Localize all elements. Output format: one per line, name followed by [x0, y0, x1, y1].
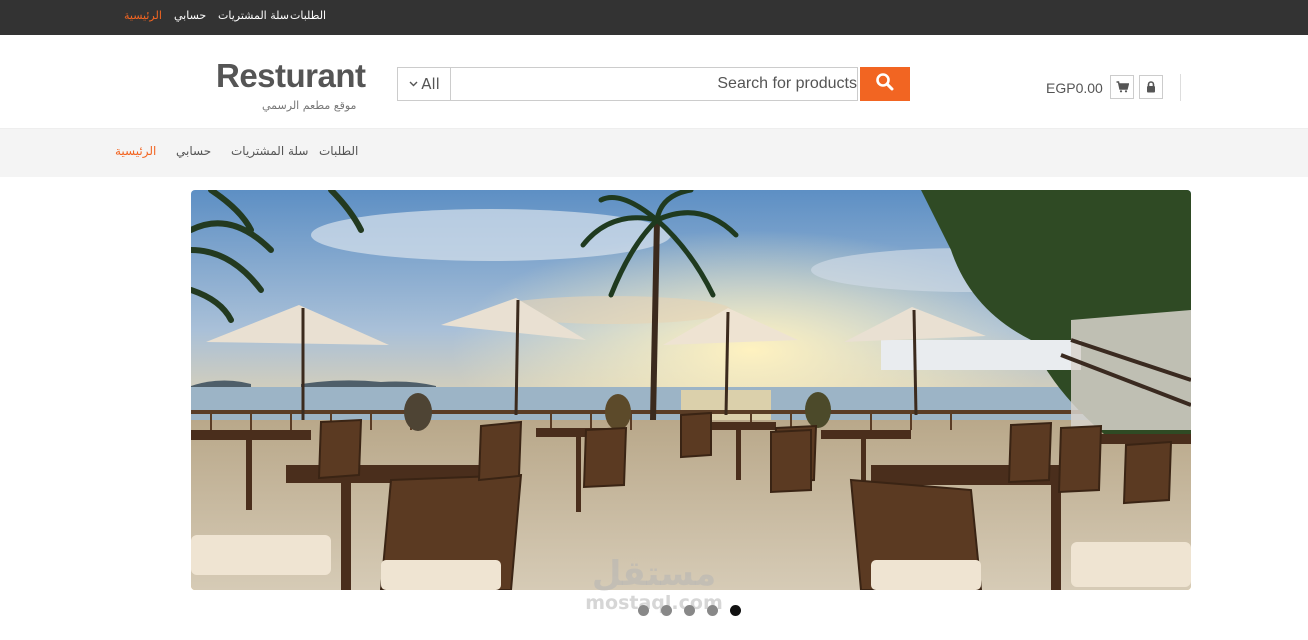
slider-dot[interactable]	[684, 605, 695, 616]
chevron-down-icon	[409, 79, 418, 90]
top-link-home[interactable]: الرئيسية	[124, 9, 162, 22]
header-divider	[1180, 74, 1181, 101]
site-title[interactable]: Resturant	[216, 57, 366, 95]
top-link-orders[interactable]: الطلبات	[290, 9, 326, 22]
account-lock-button[interactable]	[1139, 75, 1163, 99]
watermark-arabic: مستقل	[591, 554, 717, 594]
search-button[interactable]	[860, 67, 910, 101]
top-link-account[interactable]: حسابي	[174, 9, 206, 22]
top-bar: الطلبات سلة المشتريات حسابي الرئيسية	[0, 0, 1308, 35]
cart-button[interactable]	[1110, 75, 1134, 99]
nav-item-orders[interactable]: الطلبات	[319, 144, 358, 158]
hero-slider[interactable]	[191, 190, 1191, 590]
search-input[interactable]	[450, 67, 858, 101]
slider-dot[interactable]	[707, 605, 718, 616]
category-select[interactable]: All	[397, 67, 451, 101]
slider-dot[interactable]	[638, 605, 649, 616]
cart-icon	[1116, 78, 1129, 97]
site-tagline: موقع مطعم الرسمي	[262, 99, 357, 112]
hero-image	[191, 190, 1191, 590]
search-icon	[875, 72, 895, 96]
category-select-label: All	[421, 75, 440, 93]
top-link-cart[interactable]: سلة المشتريات	[218, 9, 289, 22]
main-nav: الطلبات سلة المشتريات حسابي الرئيسية	[0, 128, 1308, 177]
slider-dot-active[interactable]	[730, 605, 741, 616]
product-search: All	[397, 67, 910, 101]
cart-total[interactable]: EGP0.00	[1046, 80, 1103, 96]
nav-item-account[interactable]: حسابي	[176, 144, 211, 158]
nav-item-home[interactable]: الرئيسية	[115, 144, 156, 158]
slider-dot[interactable]	[661, 605, 672, 616]
nav-item-cart[interactable]: سلة المشتريات	[231, 144, 308, 158]
lock-icon	[1146, 78, 1156, 97]
